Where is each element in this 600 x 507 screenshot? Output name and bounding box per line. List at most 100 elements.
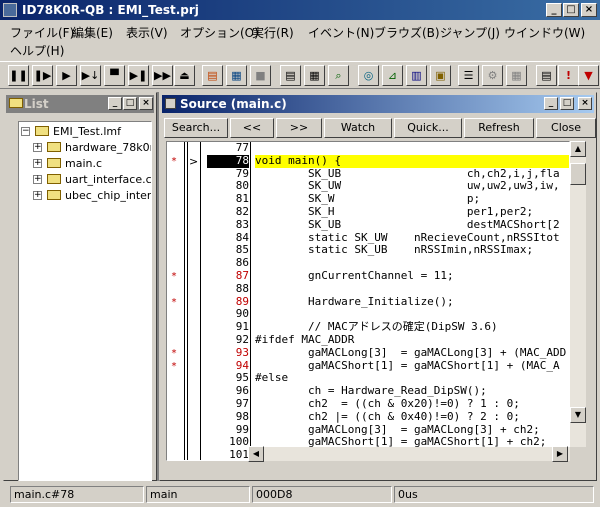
- code-line[interactable]: SK_UB ch,ch2,i,j,fla: [255, 168, 569, 181]
- scroll-down-icon[interactable]: ▼: [570, 407, 586, 423]
- alert-icon[interactable]: !: [558, 65, 579, 86]
- step-into-icon[interactable]: ❚▶: [32, 65, 53, 86]
- source-pane-title-bar[interactable]: Source (main.c) _ □ ×: [162, 95, 594, 113]
- line-number[interactable]: 93: [207, 346, 249, 360]
- expand-icon[interactable]: +: [33, 191, 42, 200]
- expand-icon[interactable]: +: [33, 175, 42, 184]
- code-line[interactable]: [255, 283, 569, 296]
- code-line[interactable]: gaMACLong[3] = gaMACLong[3] + ch2;: [255, 424, 569, 437]
- scroll-thumb[interactable]: [570, 163, 586, 185]
- sfr-icon[interactable]: ▦: [304, 65, 325, 86]
- menu-browse[interactable]: ブラウズ(B): [370, 22, 444, 43]
- menu-edit[interactable]: 編集(E): [68, 22, 117, 43]
- search-icon[interactable]: ◎: [358, 65, 379, 86]
- search-button[interactable]: Search...: [164, 118, 228, 138]
- calendar-icon[interactable]: ▤: [536, 65, 557, 86]
- line-number[interactable]: 101: [207, 448, 249, 460]
- arrow-column[interactable]: [187, 142, 201, 460]
- tools-icon[interactable]: ☰: [458, 65, 479, 86]
- map-icon[interactable]: ⌕: [328, 65, 349, 86]
- code-line[interactable]: void main() {: [255, 154, 569, 168]
- forward-button[interactable]: >>: [276, 118, 322, 138]
- code-line[interactable]: ch2 = ((ch & 0x20)!=0) ? 1 : 0;: [255, 398, 569, 411]
- line-number[interactable]: 77: [207, 142, 249, 155]
- code-line[interactable]: SK_H per1,per2;: [255, 206, 569, 219]
- line-number[interactable]: 78: [207, 154, 249, 168]
- code-line[interactable]: gaMACLong[3] = gaMACLong[3] + (MAC_ADD: [255, 347, 569, 360]
- run-to-icon[interactable]: ▶↓: [80, 65, 101, 86]
- code-line[interactable]: [255, 142, 569, 155]
- refresh-button[interactable]: Refresh: [464, 118, 534, 138]
- code-line[interactable]: ch2 |= ((ch & 0x40)!=0) ? 2 : 0;: [255, 411, 569, 424]
- menu-event[interactable]: イベント(N): [304, 22, 378, 43]
- back-button[interactable]: <<: [230, 118, 274, 138]
- line-marker[interactable]: *: [171, 348, 177, 359]
- menu-help[interactable]: ヘルプ(H): [6, 40, 68, 61]
- pause-icon[interactable]: ❚❚: [8, 65, 29, 86]
- line-marker[interactable]: *: [171, 297, 177, 308]
- source-maximize-icon[interactable]: □: [560, 97, 574, 110]
- code-line[interactable]: SK_UW uw,uw2,uw3,iw,: [255, 180, 569, 193]
- project-icon[interactable]: ▤: [202, 65, 223, 86]
- timer-icon[interactable]: ▦: [506, 65, 527, 86]
- watch-icon[interactable]: ⊿: [382, 65, 403, 86]
- breakpoint-icon[interactable]: ▦: [226, 65, 247, 86]
- code-line[interactable]: gaMACShort[1] = gaMACShort[1] + (MAC_A: [255, 360, 569, 373]
- quick-button[interactable]: Quick...: [394, 118, 462, 138]
- trace-icon[interactable]: ▣: [430, 65, 451, 86]
- scroll-right-icon[interactable]: ▶: [552, 446, 568, 462]
- source-close-icon[interactable]: ×: [578, 97, 592, 110]
- code-line[interactable]: [255, 308, 569, 321]
- code-line[interactable]: [255, 257, 569, 270]
- line-marker[interactable]: *: [171, 271, 177, 282]
- code-line[interactable]: #ifdef MAC_ADDR: [255, 334, 569, 347]
- collapse-icon[interactable]: −: [21, 127, 30, 136]
- expand-icon[interactable]: +: [33, 159, 42, 168]
- restart-icon[interactable]: ▼: [578, 65, 599, 86]
- menu-run[interactable]: 実行(R): [248, 22, 298, 43]
- code-view[interactable]: 77 * >78 void main() {79 SK_UB ch,ch2,i,j,f…: [166, 141, 570, 461]
- code-line[interactable]: // MACアドレスの確定(DipSW 3.6): [255, 321, 569, 334]
- horizontal-scrollbar[interactable]: ◀ ▶: [248, 446, 570, 462]
- event-icon[interactable]: ⚙: [482, 65, 503, 86]
- close-button[interactable]: Close: [536, 118, 596, 138]
- code-line[interactable]: ch = Hardware_Read_DipSW();: [255, 385, 569, 398]
- code-line[interactable]: gnCurrentChannel = 11;: [255, 270, 569, 283]
- line-marker[interactable]: *: [171, 361, 177, 372]
- memory-icon[interactable]: ■: [250, 65, 271, 86]
- line-number[interactable]: 92: [207, 333, 249, 347]
- code-line[interactable]: static SK_UB nRSSImin,nRSSImax;: [255, 244, 569, 257]
- register-icon[interactable]: ▤: [280, 65, 301, 86]
- line-number[interactable]: 87: [207, 269, 249, 283]
- code-line[interactable]: SK_W p;: [255, 193, 569, 206]
- window-title-bar[interactable]: ID78K0R-QB : EMI_Test.prj _ □ ×: [0, 0, 600, 20]
- line-number[interactable]: 82: [207, 205, 249, 219]
- scroll-up-icon[interactable]: ▲: [570, 141, 586, 157]
- list-maximize-icon[interactable]: □: [123, 97, 137, 110]
- line-number[interactable]: 88: [207, 282, 249, 296]
- eject-icon[interactable]: ⏏: [174, 65, 195, 86]
- maximize-icon[interactable]: □: [563, 3, 579, 17]
- run-end-icon[interactable]: ▶▶: [152, 65, 173, 86]
- close-icon[interactable]: ×: [581, 3, 597, 17]
- step-over-icon[interactable]: ▶❚: [128, 65, 149, 86]
- list-close-icon[interactable]: ×: [139, 97, 153, 110]
- line-marker[interactable]: *: [171, 156, 177, 167]
- code-line[interactable]: #else: [255, 372, 569, 385]
- menu-view[interactable]: 表示(V): [122, 22, 172, 43]
- run-icon[interactable]: ▶: [56, 65, 77, 86]
- line-number[interactable]: 97: [207, 397, 249, 411]
- vertical-scrollbar[interactable]: ▲ ▼: [570, 141, 586, 447]
- list-minimize-icon[interactable]: _: [108, 97, 122, 110]
- expand-icon[interactable]: +: [33, 143, 42, 152]
- variables-icon[interactable]: ▥: [406, 65, 427, 86]
- list-pane-title-bar[interactable]: List _ □ ×: [6, 95, 154, 113]
- code-line[interactable]: static SK_UW nRecieveCount,nRSSItot: [255, 232, 569, 245]
- minimize-icon[interactable]: _: [546, 3, 562, 17]
- code-line[interactable]: Hardware_Initialize();: [255, 296, 569, 309]
- code-line[interactable]: SK_UB destMACShort[2: [255, 219, 569, 232]
- watch-button[interactable]: Watch: [324, 118, 392, 138]
- scroll-left-icon[interactable]: ◀: [248, 446, 264, 462]
- line-number[interactable]: 98: [207, 410, 249, 424]
- source-minimize-icon[interactable]: _: [544, 97, 558, 110]
